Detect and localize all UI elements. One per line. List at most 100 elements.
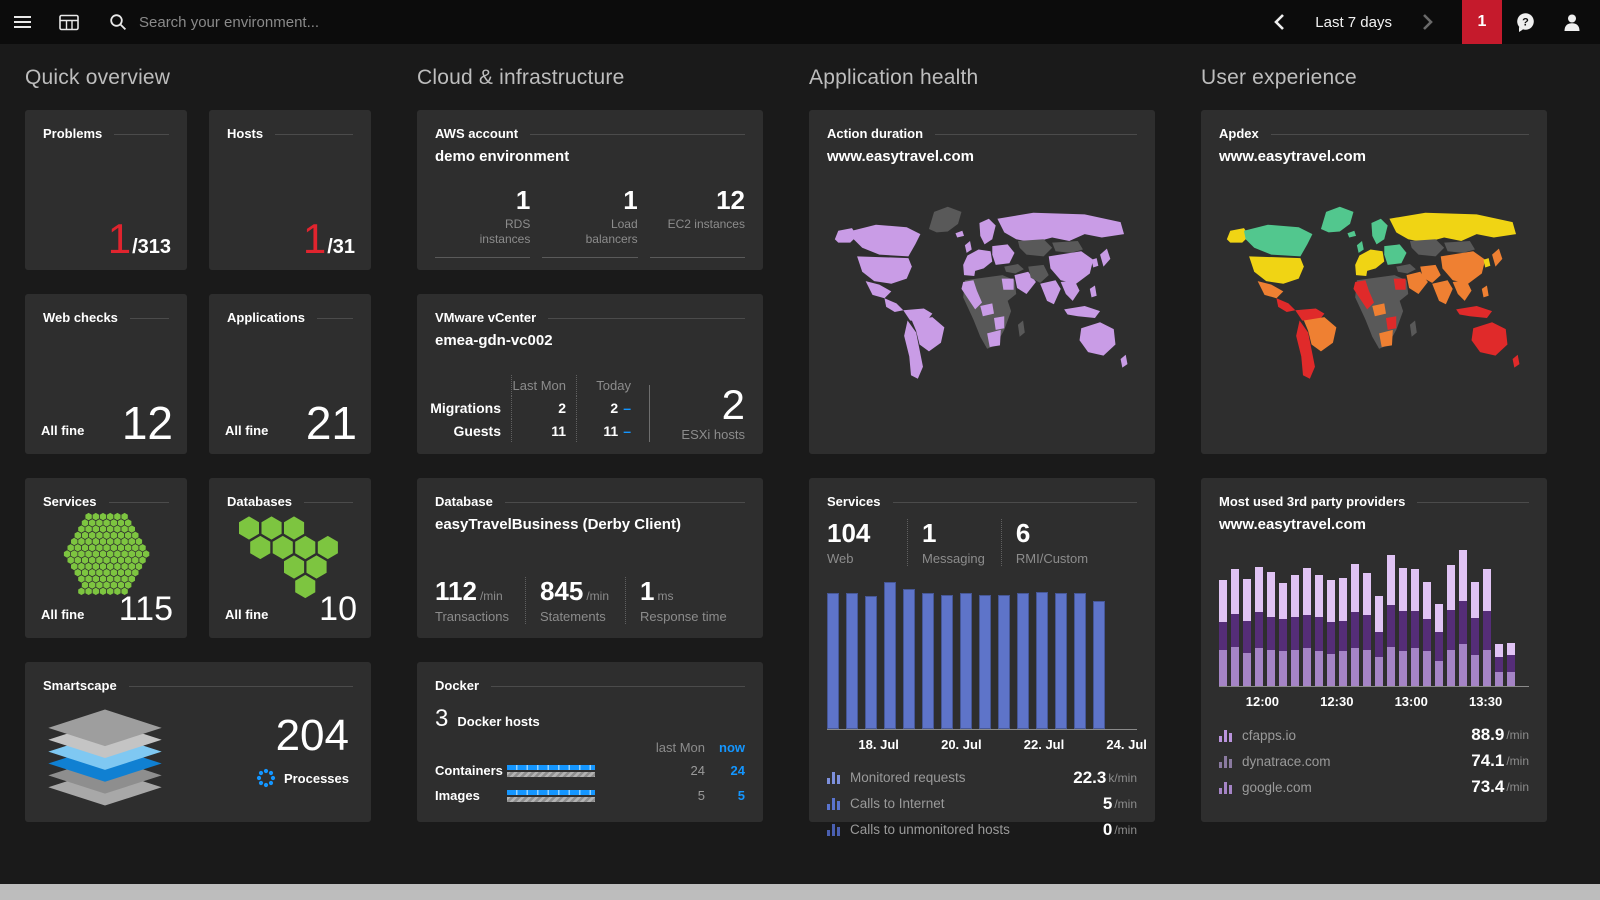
status-label: All fine — [225, 423, 268, 438]
legend-unit: /min — [1506, 754, 1529, 768]
legend-row[interactable]: Calls to Internet 5 /min — [827, 791, 1137, 817]
tile-title: Most used 3rd party providers — [1219, 494, 1405, 509]
provider-bar — [1435, 547, 1443, 686]
search-input[interactable] — [139, 14, 559, 31]
provider-bar — [1315, 547, 1323, 686]
bar-segment-middle — [1219, 622, 1227, 650]
x-axis-label: 24. Jul — [1106, 737, 1146, 752]
services-chart-tile[interactable]: Services 104 Web 1 Messaging 6 RMI/Custo… — [809, 478, 1155, 822]
trend-dash-icon: – — [623, 400, 631, 416]
provider-bar — [1327, 547, 1335, 686]
bar-segment-middle — [1375, 632, 1383, 657]
apdex-world-map — [1220, 187, 1528, 401]
apdex-tile[interactable]: Apdex www.easytravel.com — [1201, 110, 1547, 454]
legend-value: 22.3 — [1073, 768, 1106, 788]
guests-today: 11– — [576, 419, 641, 442]
tile-title: Apdex — [1219, 126, 1259, 141]
provider-bar — [1507, 547, 1515, 686]
migrations-last-mon: 2 — [511, 396, 576, 419]
title-divider — [505, 502, 745, 503]
stat-statements: 845/min Statements — [525, 577, 625, 624]
provider-bar — [1423, 547, 1431, 686]
bar-segment-top — [1435, 604, 1443, 632]
horizontal-scrollbar[interactable] — [0, 884, 1600, 900]
bar-segment-bottom — [1315, 651, 1323, 686]
chevron-right-icon — [1421, 12, 1435, 32]
legend-row[interactable]: cfapps.io 88.9 /min — [1219, 722, 1529, 748]
legend-unit: /min — [1114, 823, 1137, 837]
database-stats: 112/min Transactions 845/min Statements … — [417, 567, 763, 624]
timeframe-next-button[interactable] — [1408, 0, 1448, 44]
bar-segment-top — [1303, 568, 1311, 615]
status-label: All fine — [225, 607, 268, 622]
aws-account-tile[interactable]: AWS account demo environment 1 RDS insta… — [417, 110, 763, 270]
third-party-providers-tile[interactable]: Most used 3rd party providers www.easytr… — [1201, 478, 1547, 822]
search-box[interactable] — [109, 13, 559, 31]
legend-row[interactable]: dynatrace.com 74.1 /min — [1219, 748, 1529, 774]
legend-label: dynatrace.com — [1242, 754, 1471, 769]
bar-segment-top — [1399, 568, 1407, 611]
user-button[interactable] — [1549, 0, 1600, 44]
legend-label: cfapps.io — [1242, 728, 1471, 743]
dashboard: Quick overview Problems 1 /313 Hosts 1 /… — [0, 44, 1600, 846]
databases-count: 10 — [319, 592, 357, 626]
bar-segment-middle — [1423, 619, 1431, 651]
vmware-vcenter-tile[interactable]: VMware vCenter emea-gdn-vc002 Last Mon T… — [417, 294, 763, 454]
docker-tile[interactable]: Docker 3 Docker hosts last Mon now Conta… — [417, 662, 763, 822]
bar-segment-bottom — [1267, 650, 1275, 686]
hosts-tile[interactable]: Hosts 1 /31 — [209, 110, 371, 270]
bar-segment-middle — [1255, 612, 1263, 648]
timeframe-label[interactable]: Last 7 days — [1315, 14, 1392, 31]
section-application-health: Application health Action duration www.e… — [809, 64, 1155, 846]
legend-value: 74.1 — [1471, 751, 1504, 771]
bar-segment-middle — [1495, 657, 1503, 672]
databases-tile[interactable]: Databases All fine 10 — [209, 478, 371, 638]
legend-row[interactable]: google.com 73.4 /min — [1219, 774, 1529, 800]
bar-segment-bottom — [1495, 672, 1503, 686]
bar-segment-top — [1483, 569, 1491, 611]
dashboards-button[interactable] — [45, 0, 93, 44]
bar-segment-middle — [1315, 617, 1323, 652]
bar-segment-middle — [1507, 655, 1515, 672]
help-button[interactable]: ? — [1502, 0, 1549, 44]
bar-segment-top — [1267, 572, 1275, 616]
menu-button[interactable] — [0, 0, 45, 44]
tile-title: Smartscape — [43, 678, 117, 693]
bar-segment-middle — [1327, 622, 1335, 654]
docker-table: last Mon now Containers 24 24 Images 5 5 — [435, 736, 745, 808]
bar-segment-bottom — [1243, 653, 1251, 686]
applications-tile[interactable]: Applications All fine 21 — [209, 294, 371, 454]
status-label: All fine — [41, 607, 84, 622]
action-duration-tile[interactable]: Action duration www.easytravel.com — [809, 110, 1155, 454]
providers-legend: cfapps.io 88.9 /min dynatrace.com 74.1 /… — [1219, 722, 1529, 800]
web-checks-tile[interactable]: Web checks All fine 12 — [25, 294, 187, 454]
request-bar — [865, 596, 877, 728]
aws-stat-lb: 1 Load balancers — [542, 186, 637, 258]
provider-bar — [1267, 547, 1275, 686]
empty-cell — [435, 375, 511, 396]
smartscape-tile[interactable]: Smartscape 204 — [25, 662, 371, 822]
bar-segment-middle — [1447, 610, 1455, 650]
legend-value: 88.9 — [1471, 725, 1504, 745]
problems-count-badge[interactable]: 1 — [1462, 0, 1502, 44]
docker-images-row: Images 5 5 — [435, 783, 745, 808]
bar-segment-bottom — [1507, 672, 1515, 686]
tile-title: Services — [827, 494, 881, 509]
bar-segment-top — [1495, 644, 1503, 657]
problems-tile[interactable]: Problems 1 /313 — [25, 110, 187, 270]
legend-unit: k/min — [1108, 771, 1137, 785]
x-axis-label: 12:00 — [1246, 694, 1279, 709]
stat-label: Load balancers — [560, 217, 638, 248]
database-tile[interactable]: Database easyTravelBusiness (Derby Clien… — [417, 478, 763, 638]
services-tile[interactable]: Services All fine 115 — [25, 478, 187, 638]
bar-segment-top — [1423, 582, 1431, 620]
problems-count: 1 /313 — [108, 218, 171, 260]
request-bar — [998, 595, 1010, 729]
processes-label: Processes — [284, 771, 349, 786]
services-stats: 104 Web 1 Messaging 6 RMI/Custom — [809, 509, 1155, 566]
legend-row[interactable]: Calls to unmonitored hosts 0 /min — [827, 817, 1137, 843]
x-axis-label: 13:00 — [1395, 694, 1428, 709]
timeframe-prev-button[interactable] — [1259, 0, 1299, 44]
tile-title: Hosts — [227, 126, 263, 141]
legend-row[interactable]: Monitored requests 22.3 k/min — [827, 765, 1137, 791]
